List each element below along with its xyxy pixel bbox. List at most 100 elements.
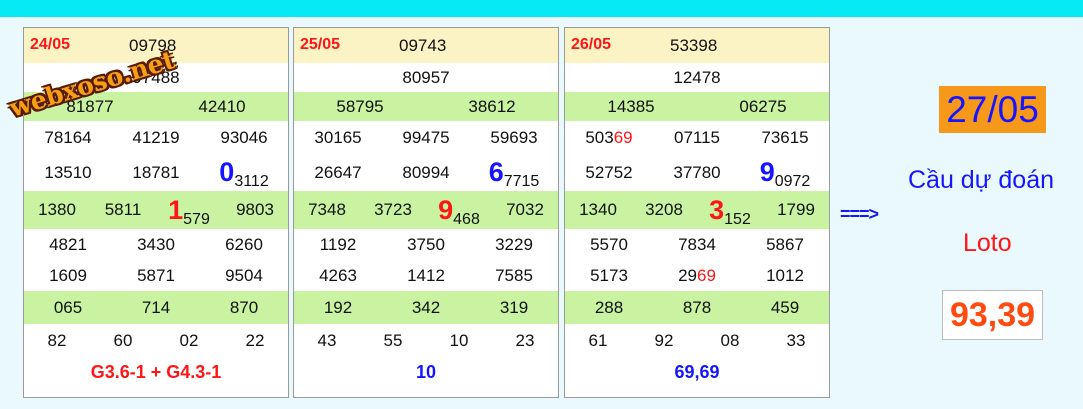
prize-6a: 4263 xyxy=(319,265,357,285)
prize-6b: 1412 xyxy=(407,265,445,285)
prize-7b: 342 xyxy=(411,297,441,317)
prize-4c: 9468 xyxy=(426,194,492,228)
prize-4b: 3208 xyxy=(645,200,683,219)
highlight-digit: 0 xyxy=(219,157,235,187)
highlight-rest: 468 xyxy=(453,210,480,228)
prediction-result: 93,39 xyxy=(942,290,1043,340)
prize-5c: 3229 xyxy=(495,234,533,254)
target-date: 27/05 xyxy=(939,86,1046,133)
prize-8b: 55 xyxy=(383,330,403,350)
highlight-digit: 9 xyxy=(759,157,775,187)
prize-2a: 58795 xyxy=(336,96,384,116)
prize-3a: 78164 xyxy=(44,127,92,147)
prize-7c: 459 xyxy=(770,297,800,317)
prize-6a: 1609 xyxy=(49,265,87,285)
prize-4d: 7032 xyxy=(506,200,544,219)
prize-3a: 30165 xyxy=(314,127,362,147)
prize-2b: 06275 xyxy=(739,96,787,116)
special-prize: 53398 xyxy=(670,36,718,55)
prize-8d: 22 xyxy=(245,330,265,350)
prize-3e: 18781 xyxy=(132,162,180,182)
prize-5b: 7834 xyxy=(678,234,716,254)
prediction-label: Cầu dự đoán xyxy=(908,166,1055,194)
result-panel-3: 26/05 53398 12478 14385 06275 50369 0711… xyxy=(564,27,830,398)
prize-3a: 50369 xyxy=(565,128,653,148)
prize-7b: 878 xyxy=(682,297,712,317)
prize-6b-head: 29 xyxy=(678,265,697,285)
prize-3c: 73615 xyxy=(761,127,809,147)
prize-4d: 1799 xyxy=(777,200,815,219)
prize-6b: 5871 xyxy=(137,265,175,285)
panel-footer: 10 xyxy=(415,361,437,382)
prize-8b: 92 xyxy=(654,330,674,350)
prize-5a: 1192 xyxy=(319,234,357,254)
prize-3f: 67715 xyxy=(470,157,558,190)
prize-5c: 5867 xyxy=(766,234,804,254)
highlight-digit: 3 xyxy=(709,194,725,225)
panel-date: 24/05 xyxy=(30,36,71,53)
prize-3c: 93046 xyxy=(220,127,268,147)
panel-date: 26/05 xyxy=(571,36,612,53)
prize-6b: 2969 xyxy=(653,266,741,286)
prize-3a-tail: 69 xyxy=(613,127,633,147)
prize-3b: 99475 xyxy=(402,127,450,147)
panel-header: 26/05 53398 xyxy=(565,28,829,63)
prize-4a: 1380 xyxy=(38,200,76,219)
prize-7c: 319 xyxy=(499,297,529,317)
highlight-rest: 0972 xyxy=(774,173,811,190)
special-prize: 09743 xyxy=(399,36,447,55)
prize-5b: 3430 xyxy=(137,234,175,254)
prize-3f: 03112 xyxy=(200,157,288,190)
arrow-indicator: ===> xyxy=(840,204,879,224)
prize-4c: 1579 xyxy=(156,195,222,228)
loto-label: Loto xyxy=(963,229,1012,257)
prize-8c: 08 xyxy=(720,330,740,350)
prize-7a: 065 xyxy=(53,297,83,317)
prize-5a: 5570 xyxy=(590,234,628,254)
prize-3d: 52752 xyxy=(585,162,633,182)
prize-2b: 42410 xyxy=(198,96,246,116)
prize-6b-tail: 69 xyxy=(697,265,716,285)
prize-3b: 07115 xyxy=(673,127,720,147)
prize-6c: 1012 xyxy=(766,265,804,285)
prize-7a: 192 xyxy=(323,297,353,317)
prize-8c: 02 xyxy=(179,330,199,350)
panel-header: 25/05 09743 xyxy=(294,28,558,63)
prize-8c: 10 xyxy=(449,330,469,350)
prize-8a: 82 xyxy=(47,330,67,350)
prize-4c: 3152 xyxy=(697,194,763,228)
prize-6c: 7585 xyxy=(495,265,533,285)
prize-5a: 4821 xyxy=(49,234,87,254)
prize-8d: 33 xyxy=(786,330,806,350)
highlight-rest: 3112 xyxy=(234,173,269,190)
prize-3c: 59693 xyxy=(490,127,538,147)
prize-6a: 5173 xyxy=(590,265,628,285)
prize-4b: 3723 xyxy=(374,200,412,219)
highlight-rest: 579 xyxy=(183,210,210,228)
highlight-rest: 7715 xyxy=(503,173,540,190)
prize-3d: 13510 xyxy=(44,162,92,182)
prize-3e: 80994 xyxy=(402,162,450,182)
highlight-digit: 6 xyxy=(488,157,504,187)
prize-8d: 23 xyxy=(515,330,535,350)
prize-4d: 9803 xyxy=(236,200,274,219)
prize-3d: 26647 xyxy=(314,162,362,182)
prize-7b: 714 xyxy=(141,297,171,317)
prize-8a: 43 xyxy=(317,330,337,350)
panel-footer: 69,69 xyxy=(674,361,720,382)
prize-2b: 38612 xyxy=(468,96,516,116)
highlight-digit: 9 xyxy=(438,194,454,225)
prize-4b: 5811 xyxy=(104,200,142,219)
prize-3a-head: 503 xyxy=(585,127,614,147)
panel-footer: G3.6-1 + G4.3-1 xyxy=(90,361,222,382)
panel-date: 25/05 xyxy=(300,36,341,53)
prize-4a: 7348 xyxy=(308,200,346,219)
prize-8a: 61 xyxy=(588,330,608,350)
prize-7c: 870 xyxy=(229,297,259,317)
prize-5b: 3750 xyxy=(407,234,445,254)
result-panel-2: 25/05 09743 80957 58795 38612 30165 9947… xyxy=(293,27,559,398)
prize-6c: 9504 xyxy=(225,265,263,285)
prize-3b: 41219 xyxy=(132,127,180,147)
prize-3f: 90972 xyxy=(741,157,829,190)
prize-2a: 14385 xyxy=(607,96,655,116)
